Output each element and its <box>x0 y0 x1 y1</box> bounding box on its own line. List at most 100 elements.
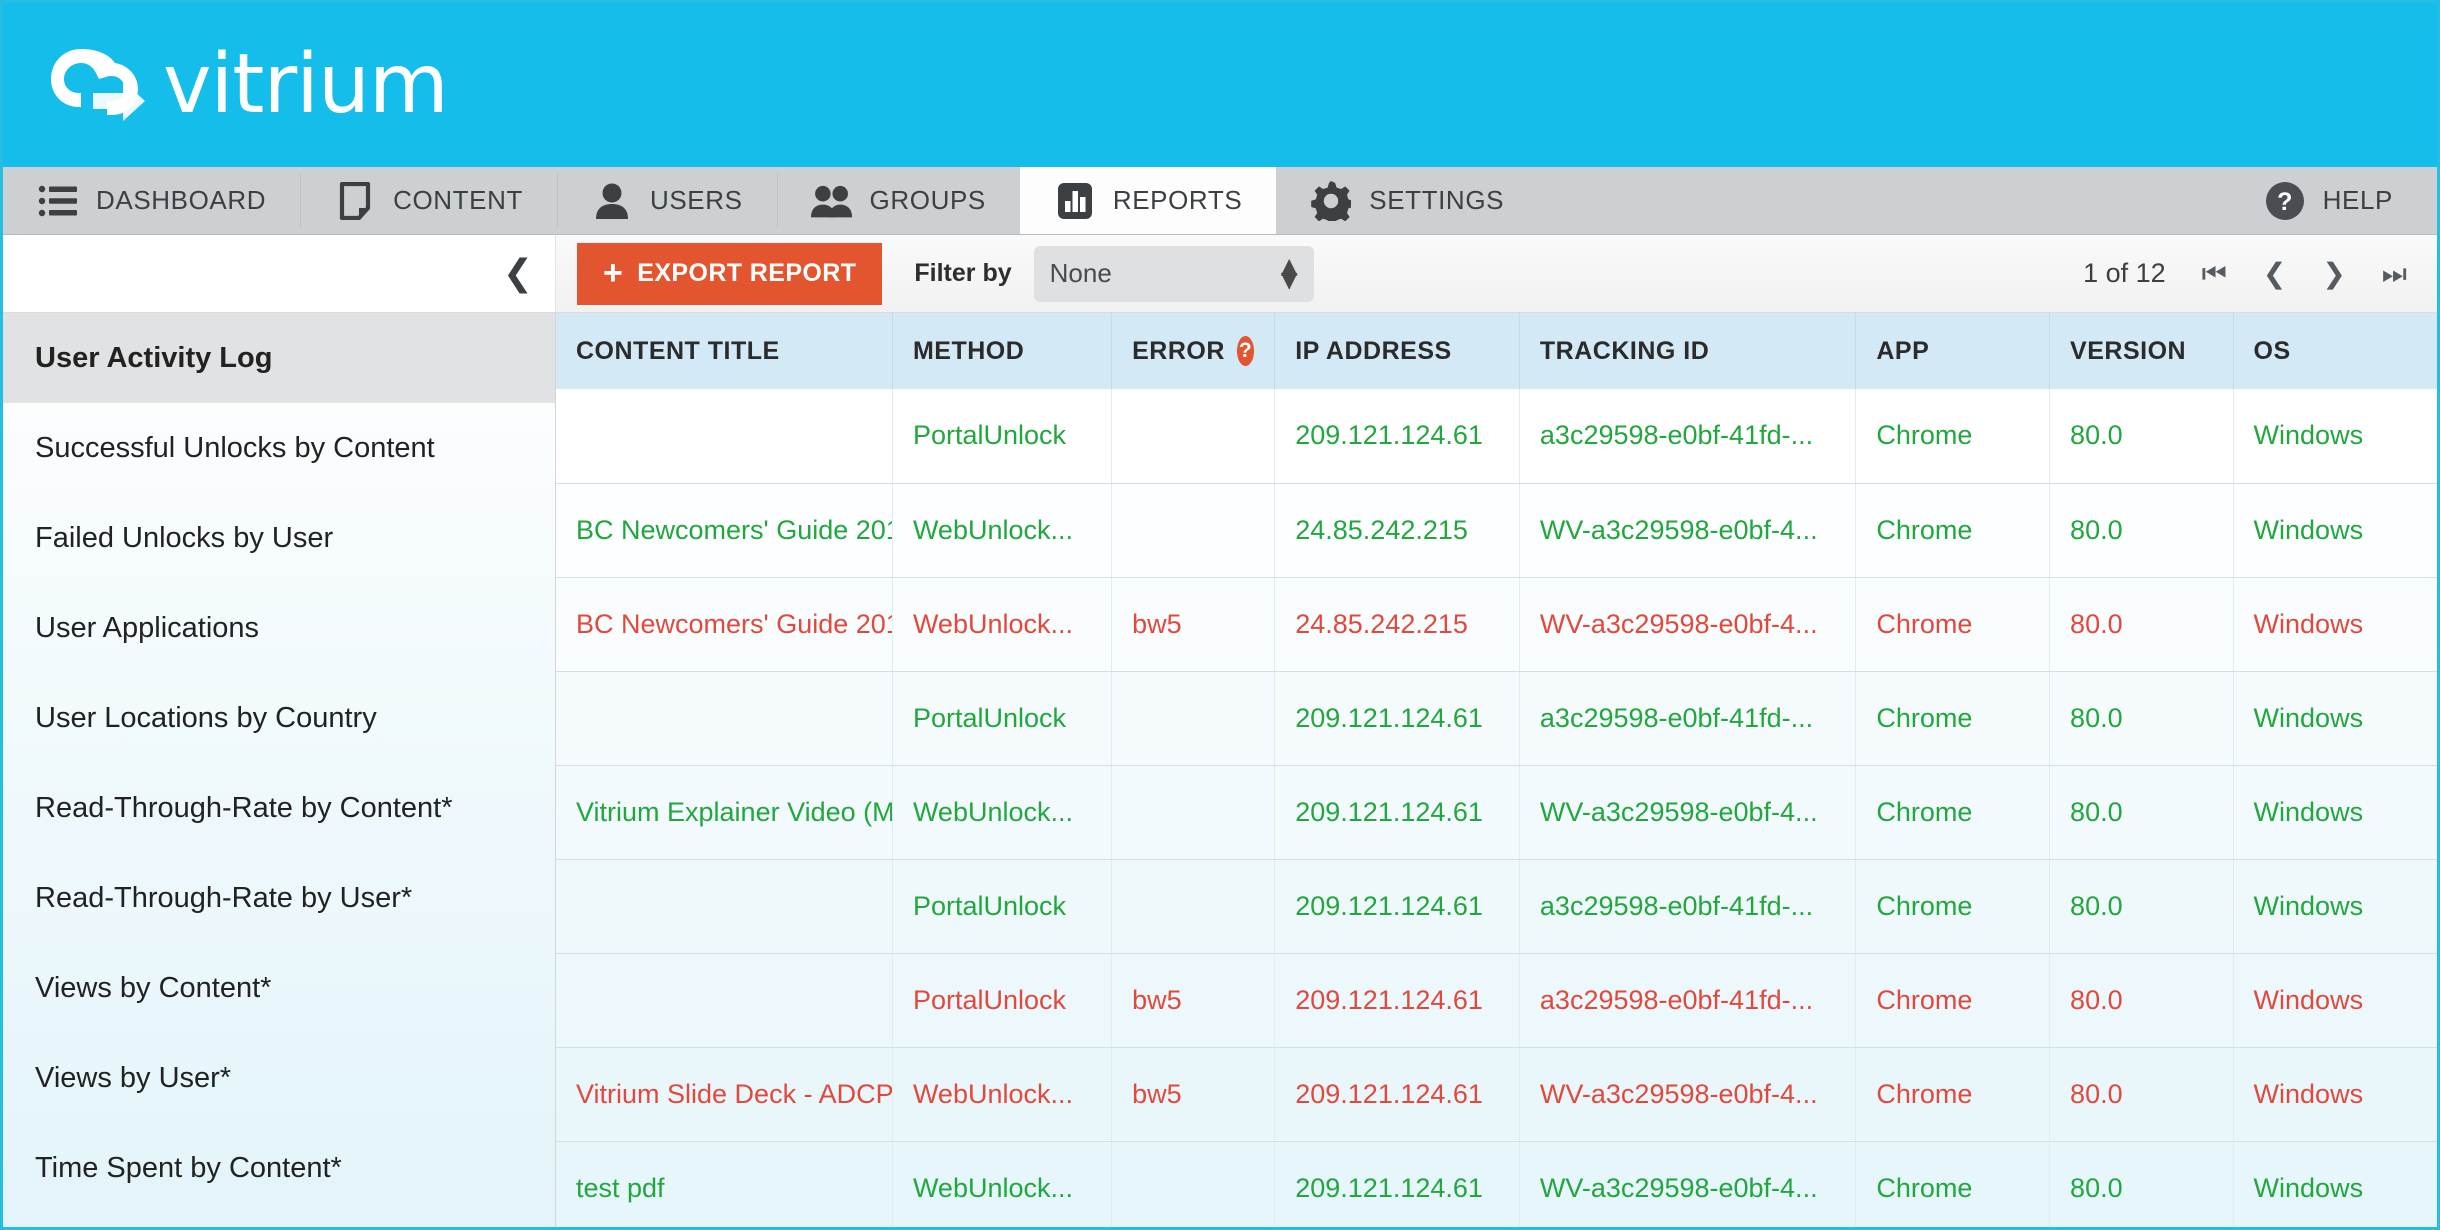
nav-item-content[interactable]: CONTENT <box>300 167 557 234</box>
cell-title: BC Newcomers' Guide 201... <box>556 577 893 672</box>
cell-version: 80.0 <box>2049 577 2234 672</box>
cell-app: Chrome <box>1855 671 2051 766</box>
table-row[interactable]: PortalUnlock 209.121.124.61 a3c29598-e0bf-… <box>556 389 2437 484</box>
plus-icon: + <box>603 254 624 293</box>
nav-label-help: HELP <box>2322 185 2393 215</box>
cell-version: 80.0 <box>2049 765 2234 860</box>
cell-os: Windows <box>2233 483 2437 578</box>
cell-error <box>1111 765 1276 860</box>
table-row[interactable]: BC Newcomers' Guide 201... WebUnlock... bw… <box>556 577 2437 672</box>
nav-item-dashboard[interactable]: DASHBOARD <box>3 167 300 234</box>
first-page-icon[interactable]: ⏮ <box>2202 259 2227 288</box>
sidebar-item-views-by-content[interactable]: Views by Content* <box>3 943 555 1033</box>
nav-item-groups[interactable]: GROUPS <box>776 167 1020 234</box>
cell-os: Windows <box>2233 1141 2437 1227</box>
table-row[interactable]: BC Newcomers' Guide 201... WebUnlock... 24… <box>556 483 2437 578</box>
logo[interactable]: vitrium <box>37 37 449 133</box>
filter-by-value: None <box>1049 258 1112 288</box>
cell-app: Chrome <box>1855 577 2051 672</box>
table-row[interactable]: PortalUnlock bw5 209.121.124.61 a3c29598-e0… <box>556 953 2437 1048</box>
chevron-left-icon[interactable]: ❮ <box>503 255 533 292</box>
cell-ip: 209.121.124.61 <box>1274 765 1520 860</box>
column-header-content-title[interactable]: CONTENT TITLE <box>556 313 893 389</box>
cell-error <box>1111 483 1276 578</box>
cell-error <box>1111 671 1276 766</box>
cell-tracking: a3c29598-e0bf-41fd-... <box>1519 859 1857 954</box>
question-circle-icon[interactable]: ? <box>1236 336 1255 366</box>
list-icon <box>37 180 79 222</box>
cell-error: bw5 <box>1111 953 1276 1048</box>
table-body: PortalUnlock 209.121.124.61 a3c29598-e0bf-… <box>556 389 2437 1227</box>
column-header-label: VERSION <box>2070 336 2187 365</box>
nav-label-content: CONTENT <box>393 185 523 215</box>
cell-ip: 209.121.124.61 <box>1274 389 1520 484</box>
sidebar-item-successful-unlocks-by-content[interactable]: Successful Unlocks by Content <box>3 403 555 493</box>
column-header-tracking-id[interactable]: TRACKING ID <box>1519 313 1857 389</box>
cell-os: Windows <box>2233 671 2437 766</box>
column-header-label: IP ADDRESS <box>1295 336 1452 365</box>
app-window: vitrium DASHBOARD CONTENT USERS GROUPS R… <box>0 0 2440 1230</box>
nav-label-settings: SETTINGS <box>1369 185 1505 215</box>
cell-os: Windows <box>2233 577 2437 672</box>
sidebar-item-user-locations-by-country[interactable]: User Locations by Country <box>3 673 555 763</box>
users-group-icon <box>810 180 853 222</box>
cell-app: Chrome <box>1855 765 2051 860</box>
next-page-icon[interactable]: ❯ <box>2322 259 2345 288</box>
cell-version: 80.0 <box>2049 953 2234 1048</box>
sidebar-item-read-through-rate-by-content[interactable]: Read-Through-Rate by Content* <box>3 763 555 853</box>
cell-title <box>556 671 893 766</box>
cell-os: Windows <box>2233 859 2437 954</box>
sidebar-item-user-activity-log[interactable]: User Activity Log <box>3 313 555 403</box>
column-header-method[interactable]: METHOD <box>892 313 1113 389</box>
table-row[interactable]: PortalUnlock 209.121.124.61 a3c29598-e0bf-… <box>556 671 2437 766</box>
column-header-label: TRACKING ID <box>1539 336 1710 365</box>
sidebar-item-label: User Applications <box>35 611 260 644</box>
column-header-error[interactable]: ERROR ? <box>1111 313 1276 389</box>
prev-page-icon[interactable]: ❮ <box>2263 259 2286 288</box>
cell-error <box>1111 389 1276 484</box>
table-row[interactable]: test pdf WebUnlock... 209.121.124.61 WV-a3c… <box>556 1141 2437 1227</box>
user-activity-log-table: CONTENT TITLE METHOD ERROR ? IP ADDRESS … <box>556 313 2437 1227</box>
export-report-button[interactable]: + EXPORT REPORT <box>577 242 883 305</box>
column-header-app[interactable]: APP <box>1855 313 2051 389</box>
nav-item-settings[interactable]: SETTINGS <box>1276 167 1538 234</box>
cell-os: Windows <box>2233 953 2437 1048</box>
table-row[interactable]: Vitrium Slide Deck - ADCP WebUnlock... bw5… <box>556 1047 2437 1142</box>
cell-tracking: a3c29598-e0bf-41fd-... <box>1519 389 1857 484</box>
last-page-icon[interactable]: ⏭ <box>2382 259 2407 288</box>
nav-item-reports[interactable]: REPORTS <box>1019 167 1277 234</box>
sidebar-item-user-applications[interactable]: User Applications <box>3 583 555 673</box>
table-row[interactable]: PortalUnlock 209.121.124.61 a3c29598-e0bf-… <box>556 859 2437 954</box>
sidebar-item-time-spent-by-content[interactable]: Time Spent by Content* <box>3 1123 555 1213</box>
document-icon <box>334 180 376 222</box>
sidebar-item-read-through-rate-by-user[interactable]: Read-Through-Rate by User* <box>3 853 555 943</box>
nav-item-help[interactable]: ? HELP <box>2230 167 2437 234</box>
cell-error <box>1111 1141 1276 1227</box>
activity-table-container: CONTENT TITLE METHOD ERROR ? IP ADDRESS … <box>556 313 2437 1227</box>
sidebar-item-views-by-user[interactable]: Views by User* <box>3 1033 555 1123</box>
cloud-arrow-logo-icon <box>37 37 149 133</box>
cell-version: 80.0 <box>2049 483 2234 578</box>
cell-method: WebUnlock... <box>892 765 1113 860</box>
column-header-version[interactable]: VERSION <box>2049 313 2234 389</box>
sidebar-toolbar: ❮ <box>3 235 556 312</box>
sidebar-item-failed-unlocks-by-user[interactable]: Failed Unlocks by User <box>3 493 555 583</box>
sidebar-item-label: User Activity Log <box>35 341 273 374</box>
sidebar-item-label: Views by User* <box>35 1061 232 1094</box>
cell-tracking: WV-a3c29598-e0bf-4... <box>1519 1141 1857 1227</box>
cell-title <box>556 859 893 954</box>
cell-app: Chrome <box>1855 483 2051 578</box>
bar-chart-icon <box>1054 180 1096 222</box>
content-area: User Activity Log Successful Unlocks by … <box>3 313 2437 1227</box>
column-header-ip-address[interactable]: IP ADDRESS <box>1274 313 1520 389</box>
cell-method: WebUnlock... <box>892 577 1113 672</box>
cell-method: PortalUnlock <box>892 389 1113 484</box>
column-header-os[interactable]: OS <box>2233 313 2437 389</box>
nav-item-users[interactable]: USERS <box>556 167 777 234</box>
filter-by-select[interactable]: None ▲ ▼ <box>1033 245 1314 302</box>
cell-tracking: a3c29598-e0bf-41fd-... <box>1519 953 1857 1048</box>
table-row[interactable]: Vitrium Explainer Video (M... WebUnlock..… <box>556 765 2437 860</box>
cell-method: WebUnlock... <box>892 1047 1113 1142</box>
sidebar-item-label: Successful Unlocks by Content <box>35 431 435 464</box>
report-toolbar: ❮ + EXPORT REPORT Filter by None ▲ ▼ 1 of… <box>3 235 2437 313</box>
